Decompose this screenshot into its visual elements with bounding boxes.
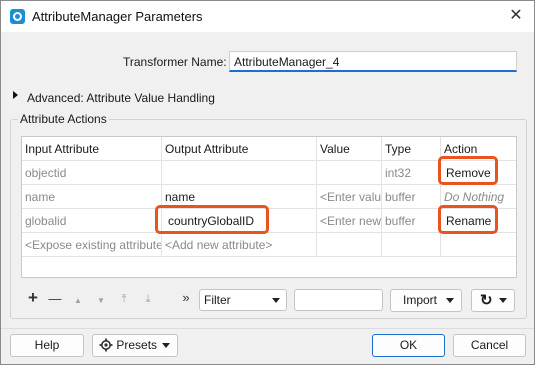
table-row[interactable]: <Expose existing attribute> <Add new att…	[22, 233, 516, 257]
column-header[interactable]: Input Attribute	[22, 137, 162, 161]
import-button[interactable]: Import	[390, 289, 462, 312]
chevron-down-icon	[162, 343, 170, 348]
remove-icon[interactable]: —	[48, 292, 62, 306]
app-icon	[10, 9, 25, 24]
filter-dropdown[interactable]: Filter	[199, 289, 287, 311]
gear-icon	[99, 338, 113, 352]
value-cell[interactable]: <Enter value>	[317, 185, 382, 209]
type-cell[interactable]: buffer	[382, 209, 441, 233]
ok-button[interactable]: OK	[372, 334, 445, 357]
advanced-section-toggle[interactable]: Advanced: Attribute Value Handling	[27, 91, 215, 105]
move-bottom-icon[interactable]: ⤓	[142, 292, 154, 306]
title-bar: AttributeManager Parameters ✕	[1, 1, 534, 32]
chevron-down-icon	[446, 298, 454, 303]
attribute-actions-label: Attribute Actions	[18, 112, 109, 126]
add-attribute-cell[interactable]: <Add new attribute>	[162, 233, 317, 257]
import-button-label: Import	[403, 293, 438, 307]
expose-attribute-cell[interactable]: <Expose existing attribute>	[22, 233, 162, 257]
expand-triangle-icon[interactable]	[13, 91, 18, 99]
filter-dropdown-label: Filter	[204, 293, 231, 307]
refresh-icon: ↻	[480, 292, 493, 309]
action-cell[interactable]	[441, 233, 516, 257]
input-attribute-cell[interactable]: name	[22, 185, 162, 209]
close-icon[interactable]: ✕	[506, 6, 526, 26]
column-header[interactable]: Type	[382, 137, 441, 161]
highlight-remove	[438, 156, 498, 185]
presets-button-label: Presets	[116, 338, 158, 352]
filter-text-input[interactable]	[294, 289, 383, 311]
move-down-icon[interactable]: ▼	[95, 294, 107, 308]
value-cell[interactable]: <Enter new value>	[317, 209, 382, 233]
move-top-icon[interactable]: ⤒	[118, 292, 130, 306]
refresh-button[interactable]: ↻	[471, 289, 515, 312]
type-cell[interactable]: int32	[382, 161, 441, 185]
footer-divider	[1, 328, 534, 329]
highlight-output-attribute	[155, 205, 269, 234]
input-attribute-cell[interactable]: globalid	[22, 209, 162, 233]
dialog-window: AttributeManager Parameters ✕ Transforme…	[0, 0, 535, 365]
input-attribute-cell[interactable]: objectid	[22, 161, 162, 185]
chevron-down-icon	[272, 298, 280, 303]
chevron-right-double-icon[interactable]: »	[179, 291, 193, 305]
presets-button[interactable]: Presets	[92, 334, 178, 357]
value-cell[interactable]	[317, 161, 382, 185]
type-cell[interactable]: buffer	[382, 185, 441, 209]
move-up-icon[interactable]: ▲	[72, 294, 84, 308]
window-title: AttributeManager Parameters	[32, 9, 203, 24]
highlight-rename	[438, 205, 498, 234]
chevron-down-icon	[499, 298, 507, 303]
column-header[interactable]: Value	[317, 137, 382, 161]
transformer-name-input[interactable]: AttributeManager_4	[229, 51, 517, 72]
cancel-button[interactable]: Cancel	[453, 334, 526, 357]
add-icon[interactable]: +	[26, 289, 40, 306]
help-button[interactable]: Help	[10, 334, 84, 357]
type-cell[interactable]	[382, 233, 441, 257]
value-cell[interactable]	[317, 233, 382, 257]
transformer-name-label: Transformer Name:	[123, 55, 227, 69]
column-header[interactable]: Output Attribute	[162, 137, 317, 161]
output-attribute-cell[interactable]	[162, 161, 317, 185]
